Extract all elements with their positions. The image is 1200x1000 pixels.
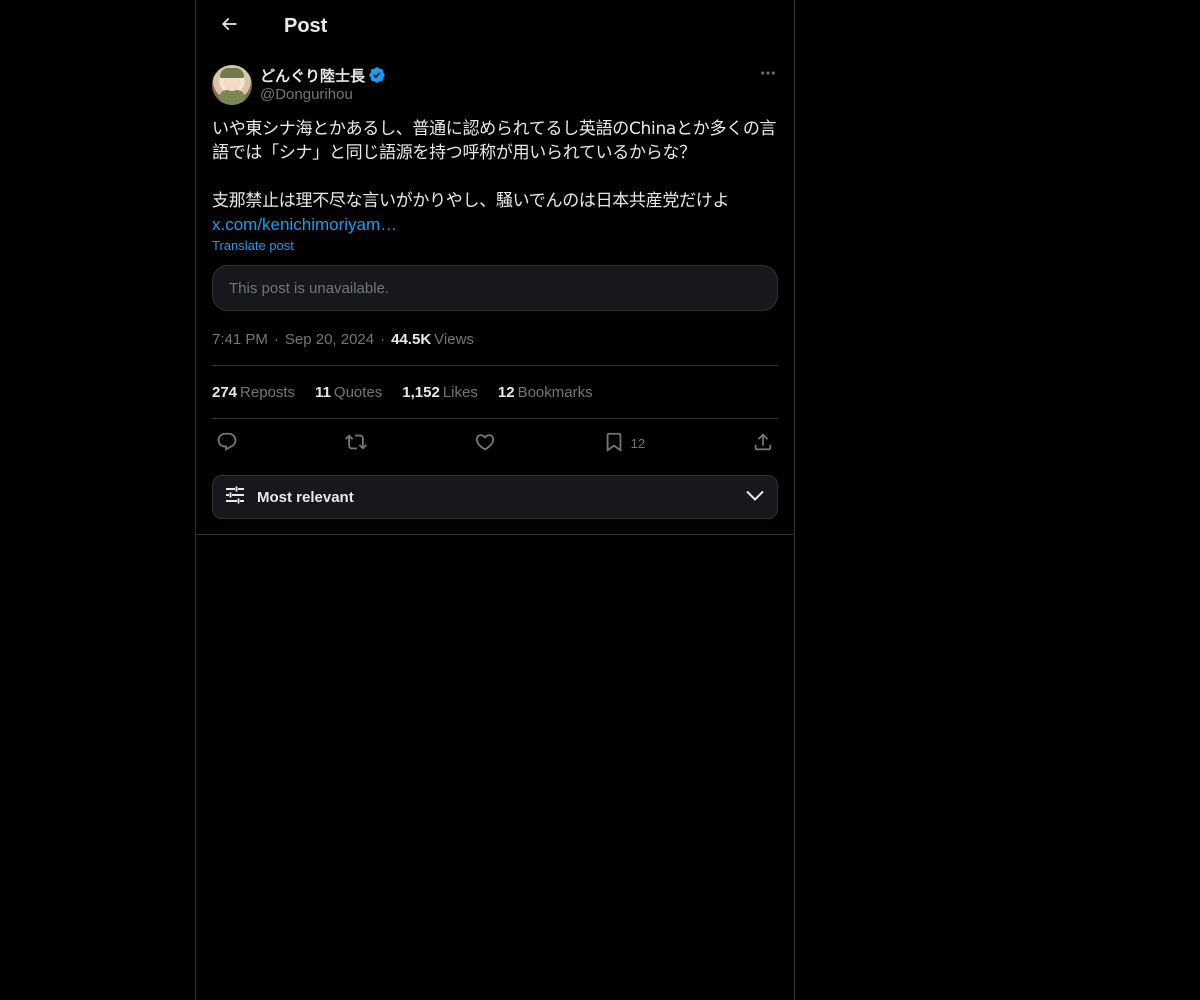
meta-separator: ·	[380, 330, 386, 348]
page-title: Post	[284, 15, 328, 37]
bookmarks-count: 12	[497, 383, 515, 401]
meta-separator: ·	[273, 330, 279, 348]
bookmarks-stat[interactable]: 12 Bookmarks	[498, 384, 593, 401]
back-button[interactable]	[212, 10, 246, 44]
name-line: どんぐり陸士長	[260, 65, 386, 85]
likes-label: Likes	[442, 383, 478, 401]
post-meta: 7:41 PM · Sep 20, 2024 · 44.5K Views	[212, 329, 778, 366]
reposts-count: 274	[212, 383, 238, 401]
bookmark-count: 12	[630, 435, 646, 451]
heart-icon	[474, 431, 496, 456]
main-column: Post どんぐり陸士長 @Dongurihou いや東シナ海とかあるし、普通に…	[195, 0, 795, 1000]
author-row: どんぐり陸士長 @Dongurihou	[212, 65, 778, 105]
reply-button[interactable]	[216, 431, 238, 456]
quotes-stat[interactable]: 11 Quotes	[315, 384, 382, 401]
section-divider	[196, 534, 794, 535]
share-button[interactable]	[752, 431, 774, 456]
post-link[interactable]: x.com/kenichimoriyam…	[212, 213, 778, 237]
verified-badge-icon[interactable]	[368, 66, 386, 84]
views-label: Views	[434, 330, 474, 348]
bookmark-button[interactable]: 12	[603, 431, 645, 456]
more-icon	[759, 64, 777, 87]
engagement-stats: 274 Reposts 11 Quotes 1,152 Likes 12 Bookmar…	[212, 366, 778, 419]
reposts-stat[interactable]: 274 Reposts	[212, 384, 295, 401]
reposts-label: Reposts	[240, 383, 296, 401]
bookmark-icon	[603, 431, 625, 456]
views-count: 44.5K	[391, 330, 432, 348]
post-date[interactable]: Sep 20, 2024	[285, 331, 374, 348]
post-text: いや東シナ海とかあるし、普通に認められてるし英語のChinaとか多くの言語では「…	[212, 119, 777, 211]
author-meta: どんぐり陸士長 @Dongurihou	[260, 65, 386, 103]
quotes-count: 11	[315, 383, 331, 401]
bookmarks-label: Bookmarks	[517, 383, 593, 401]
more-options-button[interactable]	[758, 65, 778, 85]
reply-sort-dropdown[interactable]: Most relevant	[212, 475, 778, 519]
author-display-name[interactable]: どんぐり陸士長	[260, 65, 365, 86]
top-bar: Post	[196, 0, 794, 53]
post-detail: どんぐり陸士長 @Dongurihou いや東シナ海とかあるし、普通に認められて…	[196, 65, 794, 519]
likes-count: 1,152	[402, 383, 440, 401]
repost-button[interactable]	[344, 431, 367, 456]
sort-label: Most relevant	[257, 488, 354, 506]
translate-post-link[interactable]: Translate post	[212, 238, 778, 253]
author-handle[interactable]: @Dongurihou	[260, 86, 386, 103]
arrow-left-icon	[219, 14, 239, 39]
share-icon	[752, 431, 774, 456]
action-bar: 12	[212, 419, 778, 467]
reply-icon	[216, 431, 238, 456]
likes-stat[interactable]: 1,152 Likes	[402, 384, 478, 401]
post-time[interactable]: 7:41 PM	[212, 331, 268, 348]
avatar[interactable]	[212, 65, 252, 105]
quoted-post-unavailable: This post is unavailable.	[212, 265, 778, 311]
chevron-down-icon	[743, 483, 767, 512]
repost-icon	[344, 431, 367, 456]
like-button[interactable]	[474, 431, 496, 456]
quotes-label: Quotes	[333, 383, 383, 401]
sliders-icon	[223, 483, 247, 512]
